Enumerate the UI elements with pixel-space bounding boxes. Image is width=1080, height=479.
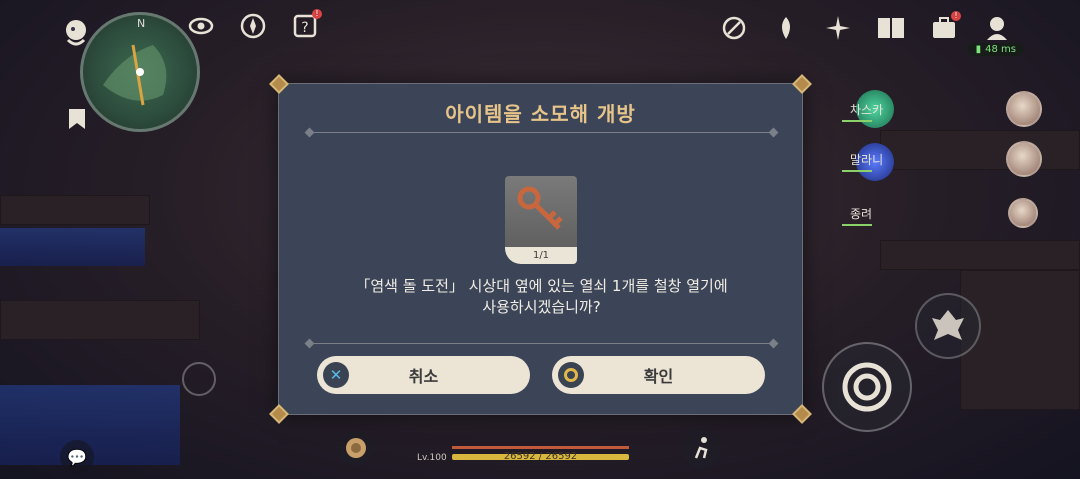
character-icon[interactable] xyxy=(980,11,1014,45)
quest-alert-badge: ! xyxy=(312,9,322,19)
sprint-icon[interactable] xyxy=(682,428,722,468)
dialog-title: 아이템을 소모해 개방 xyxy=(445,102,636,126)
consume-item-dialog: 아이템을 소모해 개방 1/1 「염색 돌 도전」 시상대 옆에 있는 열쇠 1… xyxy=(269,74,812,424)
confirm-button-label: 확인 xyxy=(643,367,674,386)
hp-value: 26592 / 26592 xyxy=(503,451,578,462)
cancel-x-icon: ✕ xyxy=(323,362,349,388)
party-member-hp xyxy=(842,170,872,172)
target-reticle-icon xyxy=(182,362,216,396)
dialog-message-line: 사용하시겠습니까? xyxy=(482,298,601,316)
elemental-skill-button[interactable] xyxy=(822,342,912,432)
dialog-message: 「염색 돌 도전」 시상대 옆에 있는 열쇠 1개를 철창 열기에 사용하시겠습… xyxy=(299,276,784,318)
ping-value: 48 ms xyxy=(985,44,1016,55)
party-member-name: 차스카 xyxy=(850,102,884,117)
divider xyxy=(309,132,774,133)
confirm-circle-icon xyxy=(558,362,584,388)
key-icon xyxy=(517,186,563,230)
item-quantity: 1/1 xyxy=(505,247,577,264)
stamina-bar xyxy=(452,446,629,449)
party-member-3[interactable]: 종려 xyxy=(842,196,1038,230)
event-compass-icon[interactable] xyxy=(717,11,751,45)
chat-button[interactable]: 💬 xyxy=(60,440,94,474)
party-member-name: 말라니 xyxy=(850,152,884,167)
signal-icon: ▮ xyxy=(975,44,982,55)
avatar xyxy=(1008,198,1038,228)
party-member-1[interactable]: 차스카 xyxy=(842,91,1042,127)
wish-icon[interactable] xyxy=(769,11,803,45)
svg-text:?: ? xyxy=(301,20,308,36)
eye-icon[interactable] xyxy=(184,9,218,43)
avatar xyxy=(1006,91,1042,127)
item-slot[interactable]: 1/1 xyxy=(505,176,577,264)
player-level: Lv.100 xyxy=(417,453,447,463)
inventory-alert-badge: ! xyxy=(951,11,961,21)
inventory-icon[interactable]: ! xyxy=(927,11,961,45)
divider xyxy=(309,343,774,344)
party-member-hp xyxy=(842,224,872,226)
sparkle-icon[interactable] xyxy=(821,11,855,45)
network-ping: ▮ 48 ms xyxy=(967,43,1024,56)
chat-icon: 💬 xyxy=(67,447,87,467)
quest-icon[interactable]: ? ! xyxy=(288,9,322,43)
dialog-message-line: 「염색 돌 도전」 시상대 옆에 있는 열쇠 1개를 철창 열기에 xyxy=(355,277,728,295)
book-icon[interactable] xyxy=(874,11,908,45)
party-member-name: 종려 xyxy=(850,206,873,221)
cancel-button-label: 취소 xyxy=(408,367,439,386)
gadget-icon[interactable] xyxy=(338,430,374,466)
avatar xyxy=(1006,141,1042,177)
confirm-button[interactable]: 확인 xyxy=(552,356,765,394)
party-member-hp xyxy=(842,120,872,122)
bookmark-icon[interactable] xyxy=(60,102,94,136)
elemental-burst-button[interactable] xyxy=(915,293,981,359)
minimap[interactable]: N xyxy=(80,12,200,132)
compass-icon[interactable] xyxy=(236,9,270,43)
party-member-2[interactable]: 말라니 xyxy=(842,141,1042,177)
cancel-button[interactable]: ✕ 취소 xyxy=(317,356,530,394)
